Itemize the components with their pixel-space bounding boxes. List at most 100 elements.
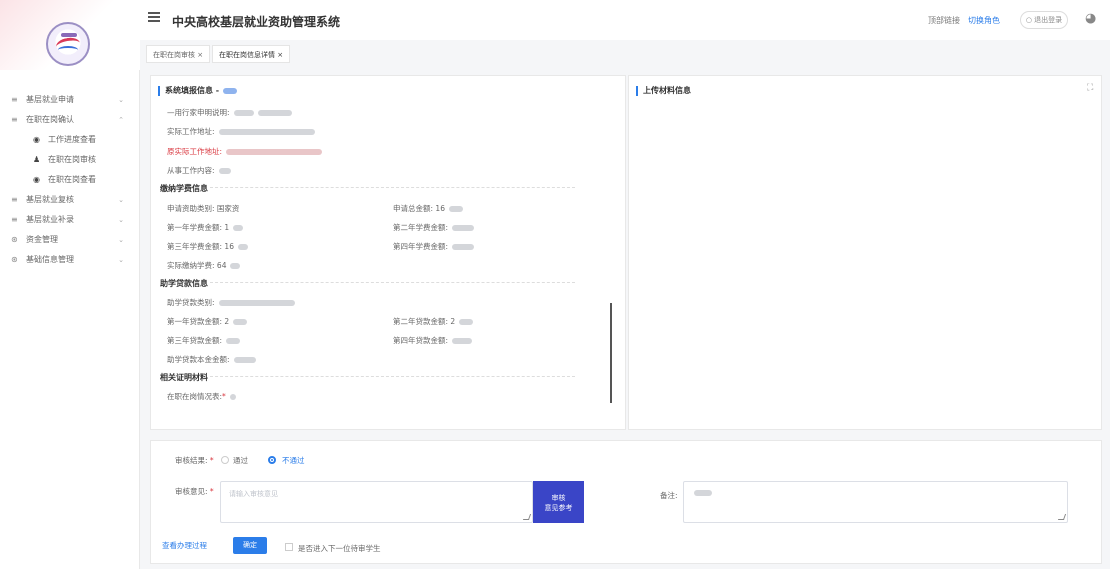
divider [210, 376, 575, 377]
sidebar-item-label: 资金管理 [26, 235, 58, 244]
radio-reject[interactable] [268, 456, 276, 464]
field-employment-form: 在职在岗情况表:* [167, 391, 236, 402]
logo-area [0, 0, 140, 70]
field-label: 原实际工作地址: [167, 147, 223, 156]
field-label: 从事工作内容: [167, 166, 215, 175]
switch-role-link[interactable]: 切换角色 [968, 15, 1000, 26]
sidebar-item-supplement[interactable]: ≡ 基层就业补录 ⌄ [0, 210, 140, 230]
chevron-down-icon: ⌄ [118, 256, 124, 264]
required-mark: * [209, 487, 214, 496]
sidebar-item-apply[interactable]: ≡ 基层就业申请 ⌄ [0, 90, 140, 110]
sidebar-item-view[interactable]: ◉ 在职在岗查看 [0, 170, 140, 190]
university-logo [46, 22, 90, 66]
chevron-down-icon: ⌄ [118, 96, 124, 104]
field-value: 16 [435, 204, 445, 213]
field-label: 申请资助类别: [167, 204, 215, 213]
logout-button[interactable]: ○ 退出登录 [1020, 11, 1068, 29]
theme-palette-icon[interactable]: ◕ [1085, 11, 1101, 27]
field-value: 1 [224, 223, 230, 232]
section-loan: 助学贷款信息 [160, 279, 208, 288]
field-label: 第四年学费金额: [393, 242, 449, 251]
field-old-work-address: 原实际工作地址: [167, 146, 323, 157]
eye-icon: ◉ [33, 175, 40, 184]
field-label: 第一年贷款金额: [167, 317, 223, 326]
field-loan-year2: 第二年贷款金额: 2 [393, 316, 474, 327]
field-value: 64 [216, 261, 227, 270]
remark-textarea[interactable] [683, 481, 1068, 523]
list-icon: ≡ [11, 215, 18, 224]
radio-reject-label[interactable]: 不通过 [282, 455, 305, 466]
scrollbar[interactable] [610, 303, 612, 403]
required-mark: * [222, 392, 226, 401]
sidebar-item-confirm[interactable]: ≡ 在职在岗确认 ⌃ [0, 110, 140, 130]
user-icon: ♟ [33, 155, 41, 164]
field-label: 实际缴纳学费: [167, 261, 215, 270]
list-icon: ≡ [11, 95, 18, 104]
field-tuition-year3: 第三年学费金额: 16 [167, 241, 248, 252]
field-label: 第三年贷款金额: [167, 336, 223, 345]
tab-detail[interactable]: 在职在岗信息详情 × [212, 45, 291, 63]
review-opinion-label: 审核意见: * [175, 486, 214, 497]
sidebar-item-progress[interactable]: ◉ 工作进度查看 [0, 130, 140, 150]
chevron-down-icon: ⌄ [118, 196, 124, 204]
radio-pass[interactable] [221, 456, 229, 464]
sidebar-item-label: 在职在岗确认 [26, 115, 74, 124]
field-label: 第二年学费金额: [393, 223, 449, 232]
confirm-button[interactable]: 确定 [233, 537, 267, 554]
upload-materials-title: 上传材料信息 [636, 86, 691, 96]
field-tuition-year1: 第一年学费金额: 1 [167, 222, 244, 233]
sidebar-item-label: 基层就业申请 [26, 95, 74, 104]
field-work-address: 实际工作地址: [167, 126, 315, 137]
logout-label: 退出登录 [1034, 16, 1063, 24]
field-loan-category: 助学贷款类别: [167, 297, 295, 308]
upload-materials-panel [628, 75, 1102, 430]
chevron-up-icon: ⌃ [118, 116, 124, 124]
sidebar-item-label: 基础信息管理 [26, 255, 74, 264]
field-label: 第二年贷款金额: [393, 317, 449, 326]
review-result-label: 审核结果: * [175, 455, 214, 466]
system-info-title: 系统填报信息 - [158, 86, 238, 96]
header-link-top[interactable]: 顶部链接 [928, 15, 960, 26]
radio-pass-label[interactable]: 通过 [233, 455, 248, 466]
menu-toggle-icon[interactable] [148, 12, 160, 22]
field-label: 第四年贷款金额: [393, 336, 449, 345]
sidebar-menu: ≡ 基层就业申请 ⌄ ≡ 在职在岗确认 ⌃ ◉ 工作进度查看 ♟ 在职在岗审核 ◉ 在职在岗查… [0, 90, 140, 270]
button-label-line1: 审核 [551, 494, 566, 502]
field-loan-year3: 第三年贷款金额: [167, 335, 241, 346]
fullscreen-icon[interactable]: ⛶ [1087, 83, 1093, 93]
view-process-link[interactable]: 查看办理过程 [162, 540, 207, 551]
field-label: 申请总金额: [393, 204, 434, 213]
sidebar: ≡ 基层就业申请 ⌄ ≡ 在职在岗确认 ⌃ ◉ 工作进度查看 ♟ 在职在岗审核 ◉ 在职在岗查… [0, 0, 140, 569]
field-actual-tuition: 实际缴纳学费: 64 [167, 260, 241, 271]
tab-review[interactable]: 在职在岗审核 × [146, 45, 211, 63]
sidebar-item-funds[interactable]: ⊛ 资金管理 ⌄ [0, 230, 140, 250]
divider [210, 187, 575, 188]
required-mark: * [209, 456, 214, 465]
app-title: 中央高校基层就业资助管理系统 [172, 15, 341, 29]
placeholder: 请输入审核意见 [229, 490, 278, 498]
list-icon: ≡ [11, 115, 18, 124]
field-work-content: 从事工作内容: [167, 165, 231, 176]
sidebar-item-label: 在职在岗审核 [48, 155, 96, 164]
sidebar-item-recheck[interactable]: ≡ 基层就业复核 ⌄ [0, 190, 140, 210]
sidebar-item-label: 基层就业补录 [26, 215, 74, 224]
sidebar-item-label: 在职在岗查看 [48, 175, 96, 184]
resize-handle-icon[interactable] [1057, 514, 1067, 520]
field-loan-year4: 第四年贷款金额: [393, 335, 473, 346]
field-total-amount: 申请总金额: 16 [393, 203, 463, 214]
section-proof: 相关证明材料 [160, 373, 208, 382]
sidebar-item-basic-info[interactable]: ⊛ 基础信息管理 ⌄ [0, 250, 140, 270]
sidebar-item-review[interactable]: ♟ 在职在岗审核 [0, 150, 140, 170]
resize-handle-icon[interactable] [522, 514, 532, 520]
next-student-checkbox[interactable] [285, 543, 293, 551]
field-label: 助学贷款类别: [167, 298, 215, 307]
system-info-title-text: 系统填报信息 - [165, 86, 220, 95]
tab-bar: 在职在岗审核 × 在职在岗信息详情 × [140, 45, 1110, 63]
opinion-reference-button[interactable]: 审核 意见参考 [533, 481, 584, 523]
field-label: 助学贷款本金金额: [167, 355, 230, 364]
field-value: 16 [224, 242, 234, 251]
field-value: 2 [224, 317, 230, 326]
field-label: 审核意见: [175, 487, 208, 496]
review-opinion-textarea[interactable]: 请输入审核意见 [220, 481, 533, 523]
field-label: 第一年学费金额: [167, 223, 223, 232]
